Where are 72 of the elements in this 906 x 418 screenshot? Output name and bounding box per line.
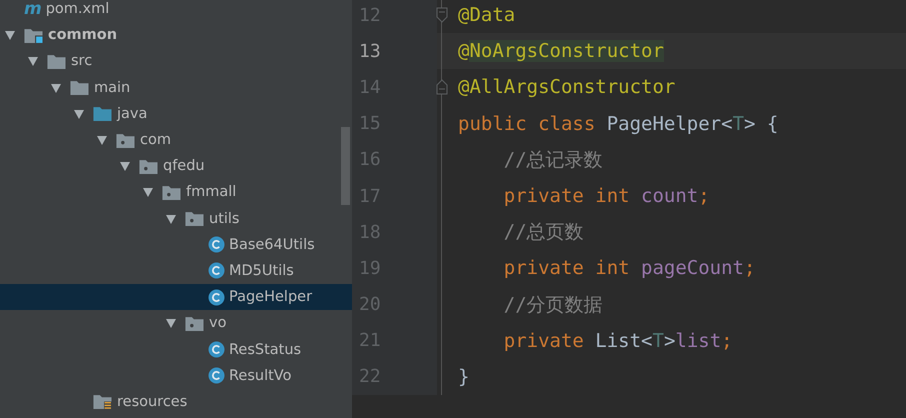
tree-item-label: utils (209, 210, 240, 227)
expand-arrow-icon[interactable] (27, 55, 39, 68)
code-line: @NoArgsConstructor (458, 40, 664, 62)
class-icon (208, 262, 225, 280)
fold-marker-icon[interactable] (436, 7, 448, 24)
tree-item[interactable]: com (0, 126, 352, 154)
tree-item[interactable]: PageHelper (0, 284, 352, 310)
tree-item[interactable]: utils (0, 206, 352, 232)
package-icon (185, 210, 205, 228)
maven-icon: m (24, 0, 42, 18)
code-line: private int count; (502, 185, 710, 208)
expand-arrow-icon[interactable] (119, 160, 131, 172)
code-line: @AllArgsConstructor (458, 76, 676, 98)
source-folder-icon (93, 105, 113, 122)
tree-item-label: ResultVo (229, 368, 292, 384)
expand-arrow-icon[interactable] (73, 108, 85, 120)
line-number: 13 (359, 40, 381, 62)
tree-item[interactable]: main (0, 74, 352, 101)
code-line: } (458, 366, 470, 388)
folder-icon (70, 79, 90, 96)
tree-item[interactable]: ResStatus (0, 336, 352, 363)
tree-item-label: resources (117, 394, 188, 410)
folder-icon (47, 52, 67, 70)
code-line: @Data (458, 4, 516, 26)
expand-arrow-icon[interactable] (4, 29, 16, 42)
tree-item[interactable]: src (0, 48, 352, 75)
tree-item[interactable]: MD5Utils (0, 258, 352, 284)
package-icon (185, 314, 205, 332)
expand-arrow-icon[interactable] (165, 317, 177, 330)
code-line: private List<T>list; (502, 330, 733, 352)
expand-arrow-icon[interactable] (50, 82, 62, 94)
tree-item[interactable]: fmmall (0, 179, 352, 206)
fold-marker-icon[interactable] (436, 79, 448, 96)
tree-item[interactable]: java (0, 100, 352, 127)
class-icon (208, 288, 225, 306)
expand-arrow-icon[interactable] (96, 134, 108, 146)
expand-arrow-icon[interactable] (165, 212, 177, 225)
tree-item[interactable]: common (0, 22, 352, 48)
module-folder-icon (24, 26, 44, 44)
tree-item-label: PageHelper (229, 289, 312, 306)
class-icon (208, 341, 225, 358)
resources-folder-icon (93, 393, 113, 410)
tree-item-label: main (94, 80, 130, 96)
tree-item-label: ResStatus (229, 342, 302, 358)
package-icon (139, 158, 159, 175)
code-line: private int pageCount; (502, 257, 756, 280)
class-icon (208, 236, 225, 254)
expand-arrow-icon[interactable] (142, 186, 154, 198)
code-line: //总记录数 (502, 148, 603, 171)
tree-item-label: pom.xml (46, 1, 110, 18)
tree-item-label: MD5Utils (229, 262, 294, 279)
tree-item-label: Base64Utils (229, 236, 315, 253)
tree-item-label: vo (209, 315, 226, 332)
tree-item[interactable]: m pom.xml (0, 0, 352, 22)
code-line: //分页数据 (502, 294, 603, 316)
tree-item-label: com (140, 132, 171, 148)
tree-item[interactable]: resources (0, 388, 352, 415)
tree-item-label: common (48, 27, 118, 44)
tree-item[interactable]: ResultVo (0, 362, 352, 389)
class-icon (208, 367, 225, 384)
tree-item-label: java (117, 106, 148, 122)
tree-item-label: src (71, 53, 92, 70)
package-icon (162, 184, 182, 201)
code-line: public class PageHelper<T> { (458, 112, 778, 135)
scrollbar-thumb[interactable] (341, 127, 350, 205)
tree-item-label: qfedu (163, 158, 205, 174)
tree-item[interactable]: Base64Utils (0, 232, 352, 258)
package-icon (116, 132, 136, 149)
tree-item[interactable]: qfedu (0, 153, 352, 180)
code-line: //总页数 (502, 221, 584, 244)
tree-item[interactable]: vo (0, 310, 352, 336)
tree-item-label: fmmall (186, 184, 236, 200)
